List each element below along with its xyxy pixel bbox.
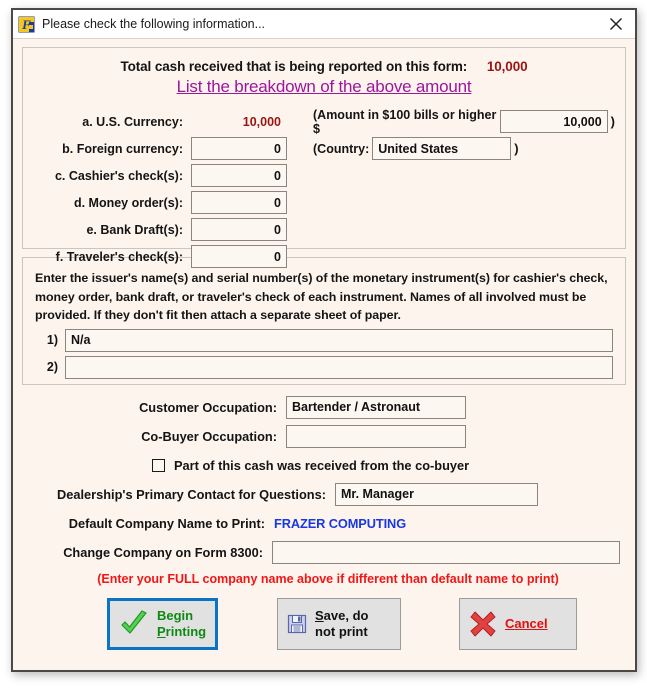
label-cobuyer-occupation: Co-Buyer Occupation: xyxy=(141,428,277,444)
label-bank-draft: e. Bank Draft(s): xyxy=(86,222,183,237)
issuer-line-1-label: 1) xyxy=(46,333,58,347)
input-issuer-line-1[interactable] xyxy=(65,328,613,352)
begin-printing-label: Begin Printing xyxy=(157,608,206,640)
label-money-order: d. Money order(s): xyxy=(73,195,183,210)
label-customer-occupation: Customer Occupation: xyxy=(139,399,277,415)
full-company-name-note: (Enter your FULL company name above if d… xyxy=(97,572,559,586)
value-us-currency: 10,000 xyxy=(242,114,281,129)
input-bank-draft[interactable] xyxy=(191,218,287,241)
save-do-not-print-label: Save, do not print xyxy=(315,608,368,640)
row-amount-100-bills: (Amount in $100 bills or higher $ ) xyxy=(313,107,615,136)
lower-form: Customer Occupation: Co-Buyer Occupation… xyxy=(22,394,626,650)
row-cobuyer-occupation: Co-Buyer Occupation: xyxy=(24,423,624,449)
begin-printing-line2: rinting xyxy=(165,624,207,639)
svg-text:F: F xyxy=(21,17,31,32)
issuer-instructions-text: Enter the issuer's name(s) and serial nu… xyxy=(35,271,608,322)
label-cashiers-check: c. Cashier's check(s): xyxy=(54,168,183,183)
label-amount-100-bills: (Amount in $100 bills or higher $ xyxy=(313,107,497,136)
green-check-icon xyxy=(118,608,150,640)
input-money-order[interactable] xyxy=(191,191,287,214)
red-x-icon xyxy=(468,609,498,639)
button-row: Begin Printing Save, do not print Cancel xyxy=(24,598,624,650)
row-primary-contact: Dealership's Primary Contact for Questio… xyxy=(24,481,624,507)
label-travelers-check: f. Traveler's check(s): xyxy=(55,249,183,264)
save-line2: not print xyxy=(315,624,368,639)
total-cash-line: Total cash received that is being report… xyxy=(33,59,615,74)
issuer-line-2: 2) xyxy=(35,355,613,379)
input-primary-contact[interactable] xyxy=(335,482,538,506)
title-bar: F Please check the following information… xyxy=(13,10,635,39)
issuer-line-1: 1) xyxy=(35,328,613,352)
input-country[interactable] xyxy=(372,137,512,160)
issuer-line-2-label: 2) xyxy=(46,360,58,374)
label-primary-contact: Dealership's Primary Contact for Questio… xyxy=(56,486,326,502)
window-title: Please check the following information..… xyxy=(42,17,266,31)
dialog-body: Total cash received that is being report… xyxy=(13,39,635,670)
row-customer-occupation: Customer Occupation: xyxy=(24,394,624,420)
row-travelers-check: f. Traveler's check(s): xyxy=(33,244,615,269)
row-default-company: Default Company Name to Print: FRAZER CO… xyxy=(24,510,624,536)
paren-close-amount: ) xyxy=(610,114,615,129)
save-do-not-print-button[interactable]: Save, do not print xyxy=(277,598,401,650)
breakdown-rows: a. U.S. Currency: 10,000 b. Foreign curr… xyxy=(33,107,615,269)
input-amount-100-bills[interactable] xyxy=(499,110,608,133)
row-money-order: d. Money order(s): xyxy=(33,190,615,215)
floppy-disk-icon xyxy=(286,613,308,635)
value-default-company: FRAZER COMPUTING xyxy=(274,515,407,531)
checkbox-cobuyer-cash[interactable] xyxy=(152,458,165,472)
paren-close-country: ) xyxy=(514,141,519,156)
cancel-rest: ancel xyxy=(514,616,548,631)
breakdown-link[interactable]: List the breakdown of the above amount xyxy=(33,77,615,97)
begin-printing-button[interactable]: Begin Printing xyxy=(107,598,218,650)
row-bank-draft: e. Bank Draft(s): xyxy=(33,217,615,242)
frazer-f-logo-icon: F xyxy=(18,16,35,33)
begin-printing-mnemonic: P xyxy=(157,624,166,639)
issuer-instructions-panel: Enter the issuer's name(s) and serial nu… xyxy=(22,257,626,385)
label-default-company: Default Company Name to Print: xyxy=(68,515,265,531)
side-fields: (Amount in $100 bills or higher $ ) (Cou… xyxy=(313,107,615,163)
save-line1: ave, do xyxy=(323,608,369,623)
cash-breakdown-panel: Total cash received that is being report… xyxy=(22,47,626,268)
row-country: (Country: ) xyxy=(313,136,615,161)
begin-printing-line1: Begin xyxy=(157,608,194,623)
cancel-button[interactable]: Cancel xyxy=(459,598,577,650)
total-cash-label: Total cash received that is being report… xyxy=(120,59,468,74)
close-icon[interactable] xyxy=(603,13,629,35)
input-travelers-check[interactable] xyxy=(191,245,287,268)
row-change-company: Change Company on Form 8300: xyxy=(24,539,624,565)
label-country: (Country: xyxy=(313,141,370,156)
dialog-window: F Please check the following information… xyxy=(11,8,637,672)
cancel-label: Cancel xyxy=(505,616,548,632)
label-foreign-currency: b. Foreign currency: xyxy=(62,141,183,156)
label-change-company: Change Company on Form 8300: xyxy=(63,544,263,560)
row-cobuyer-cash-checkbox: Part of this cash was received from the … xyxy=(24,452,624,478)
input-cashiers-check[interactable] xyxy=(191,164,287,187)
label-us-currency: a. U.S. Currency: xyxy=(82,114,183,129)
save-mnemonic: S xyxy=(315,608,324,623)
row-cashiers-check: c. Cashier's check(s): xyxy=(33,163,615,188)
label-cobuyer-cash: Part of this cash was received from the … xyxy=(174,457,470,473)
input-customer-occupation[interactable] xyxy=(286,395,466,419)
screen: F Please check the following information… xyxy=(0,0,647,688)
input-foreign-currency[interactable] xyxy=(191,137,287,160)
input-issuer-line-2[interactable] xyxy=(65,355,613,379)
total-cash-amount: 10,000 xyxy=(486,59,528,74)
input-cobuyer-occupation[interactable] xyxy=(286,424,466,448)
input-change-company[interactable] xyxy=(272,540,620,564)
cancel-mnemonic: C xyxy=(505,616,515,631)
